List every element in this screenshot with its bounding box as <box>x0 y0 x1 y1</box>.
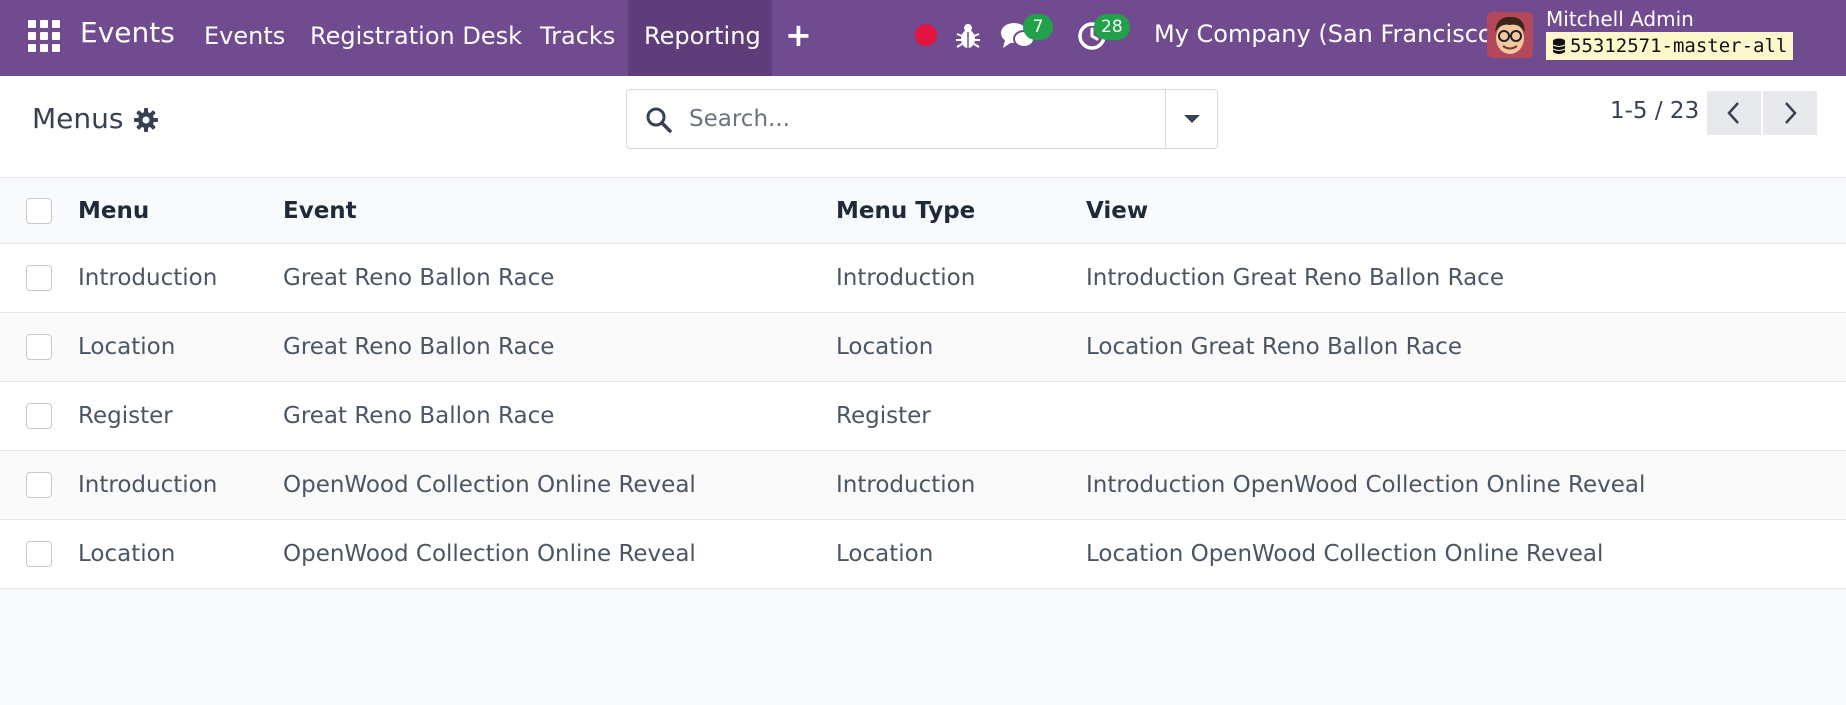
row-checkbox[interactable] <box>26 265 52 291</box>
menus-table: Menu Event Menu Type View Introduction G… <box>0 178 1846 589</box>
bug-icon[interactable] <box>955 22 981 50</box>
record-icon[interactable] <box>915 24 937 46</box>
cell-menu-type: Register <box>836 403 931 429</box>
menu-tracks[interactable]: Tracks <box>540 22 615 50</box>
cell-menu: Register <box>78 403 173 429</box>
cell-menu-type: Introduction <box>836 265 976 291</box>
cell-menu: Location <box>78 334 176 360</box>
search-options-toggle[interactable] <box>1165 90 1217 148</box>
messages-badge: 7 <box>1023 14 1053 40</box>
plus-icon[interactable]: + <box>785 16 812 54</box>
cell-event: Great Reno Ballon Race <box>283 403 555 429</box>
database-chip: 55312571-master-all <box>1546 32 1794 60</box>
apps-grid-icon[interactable] <box>28 20 60 52</box>
avatar[interactable] <box>1487 12 1533 58</box>
column-header-event[interactable]: Event <box>283 178 357 243</box>
table-row[interactable]: Introduction Great Reno Ballon Race Intr… <box>0 244 1846 313</box>
cell-menu: Introduction <box>78 472 218 498</box>
column-header-menu[interactable]: Menu <box>78 178 149 243</box>
table-header: Menu Event Menu Type View <box>0 178 1846 244</box>
control-panel: Menus 1-5 / 23 <box>0 76 1846 178</box>
search-box <box>626 89 1218 149</box>
cell-menu: Introduction <box>78 265 218 291</box>
select-all-checkbox[interactable] <box>26 197 52 224</box>
activities-badge: 28 <box>1094 14 1130 40</box>
chevron-right-icon <box>1785 102 1797 124</box>
cell-event: Great Reno Ballon Race <box>283 265 555 291</box>
cell-event: OpenWood Collection Online Reveal <box>283 541 696 567</box>
table-row[interactable]: Introduction OpenWood Collection Online … <box>0 451 1846 520</box>
gear-icon[interactable] <box>133 107 159 133</box>
row-checkbox[interactable] <box>26 472 52 498</box>
menu-reporting[interactable]: Reporting <box>644 22 761 50</box>
database-name: 55312571-master-all <box>1570 35 1788 57</box>
company-switcher[interactable]: My Company (San Francisco) <box>1154 20 1502 48</box>
cell-menu: Location <box>78 541 176 567</box>
cell-menu-type: Introduction <box>836 472 976 498</box>
top-navbar: Events Events Registration Desk Tracks R… <box>0 0 1846 76</box>
row-checkbox[interactable] <box>26 403 52 429</box>
table-row[interactable]: Location Great Reno Ballon Race Location… <box>0 313 1846 382</box>
page-title: Menus <box>32 102 124 135</box>
app-brand[interactable]: Events <box>80 16 175 49</box>
cell-menu-type: Location <box>836 541 934 567</box>
cell-view: Location OpenWood Collection Online Reve… <box>1086 541 1604 567</box>
cell-event: OpenWood Collection Online Reveal <box>283 472 696 498</box>
cell-menu-type: Location <box>836 334 934 360</box>
menu-registration-desk[interactable]: Registration Desk <box>310 22 522 50</box>
chevron-left-icon <box>1727 102 1739 124</box>
pager-previous-button[interactable] <box>1707 91 1761 135</box>
caret-down-icon <box>1183 115 1200 123</box>
cell-view: Introduction OpenWood Collection Online … <box>1086 472 1646 498</box>
menu-events[interactable]: Events <box>204 22 285 50</box>
cell-view: Introduction Great Reno Ballon Race <box>1086 265 1504 291</box>
row-checkbox[interactable] <box>26 334 52 360</box>
column-header-view[interactable]: View <box>1086 178 1148 243</box>
column-header-menu-type[interactable]: Menu Type <box>836 178 975 243</box>
row-checkbox[interactable] <box>26 541 52 567</box>
database-icon <box>1552 38 1566 54</box>
table-row[interactable]: Location OpenWood Collection Online Reve… <box>0 520 1846 589</box>
search-input[interactable] <box>689 100 1159 138</box>
table-row[interactable]: Register Great Reno Ballon Race Register <box>0 382 1846 451</box>
search-icon <box>646 107 672 133</box>
pager-value[interactable]: 1-5 / 23 <box>1610 98 1699 124</box>
cell-event: Great Reno Ballon Race <box>283 334 555 360</box>
user-name[interactable]: Mitchell Admin <box>1546 7 1694 31</box>
pager-next-button[interactable] <box>1763 91 1817 135</box>
cell-view: Location Great Reno Ballon Race <box>1086 334 1462 360</box>
